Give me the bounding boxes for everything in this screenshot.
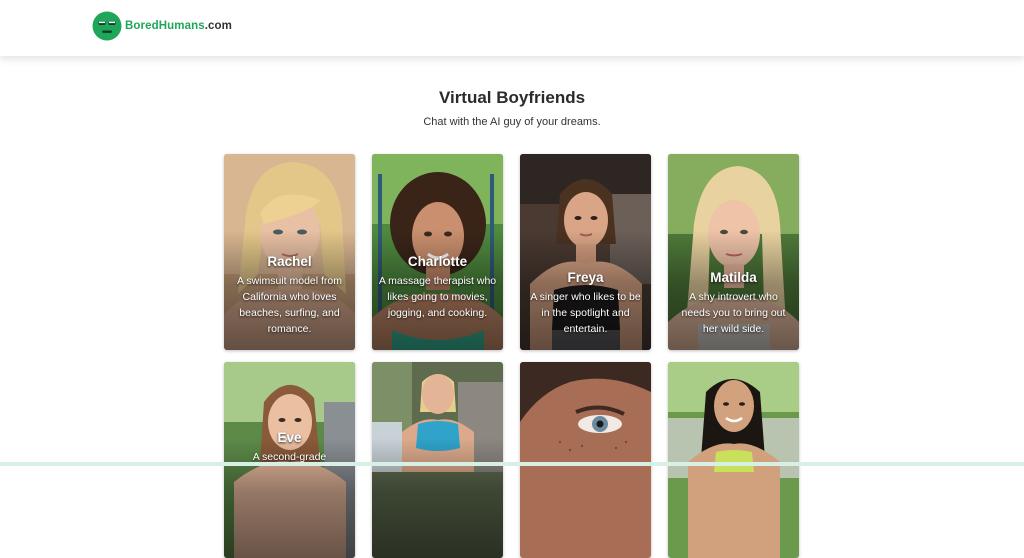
character-card-5[interactable] (372, 362, 503, 558)
site-logo[interactable]: BoredHumans.com (92, 11, 232, 41)
card-name: Eve (277, 430, 302, 445)
card-name: Freya (567, 270, 604, 285)
card-info: Freya A singer who likes to be in the sp… (526, 270, 645, 337)
card-name: Matilda (710, 270, 757, 285)
card-info: Eve A second-grade (230, 430, 349, 465)
card-name: Rachel (267, 254, 312, 269)
card-description: A singer who likes to be in the spotligh… (530, 291, 641, 335)
card-info: Rachel A swimsuit model from California … (230, 254, 349, 337)
character-photo (668, 362, 799, 558)
character-card-charlotte[interactable]: Charlotte A massage therapist who likes … (372, 154, 503, 350)
logo-text: BoredHumans.com (125, 20, 232, 32)
card-name: Charlotte (407, 254, 468, 269)
character-card-rachel[interactable]: Rachel A swimsuit model from California … (224, 154, 355, 350)
card-description: A massage therapist who likes going to m… (378, 275, 497, 319)
bottom-divider (0, 462, 1024, 466)
character-card-6[interactable] (520, 362, 651, 558)
character-card-eve[interactable]: Eve A second-grade (224, 362, 355, 558)
character-photo (520, 362, 651, 558)
site-header: BoredHumans.com (0, 0, 1024, 56)
character-card-matilda[interactable]: Matilda A shy introvert who needs you to… (668, 154, 799, 350)
character-card-7[interactable] (668, 362, 799, 558)
card-info: Matilda A shy introvert who needs you to… (674, 270, 793, 337)
character-card-freya[interactable]: Freya A singer who likes to be in the sp… (520, 154, 651, 350)
card-description: A swimsuit model from California who lov… (236, 275, 343, 335)
card-info: Charlotte A massage therapist who likes … (378, 254, 497, 321)
bored-face-icon (92, 11, 122, 41)
card-description: A shy introvert who needs you to bring o… (681, 291, 786, 335)
page-subtitle: Chat with the AI guy of your dreams. (423, 116, 601, 128)
page-title: Virtual Boyfriends (438, 88, 586, 107)
